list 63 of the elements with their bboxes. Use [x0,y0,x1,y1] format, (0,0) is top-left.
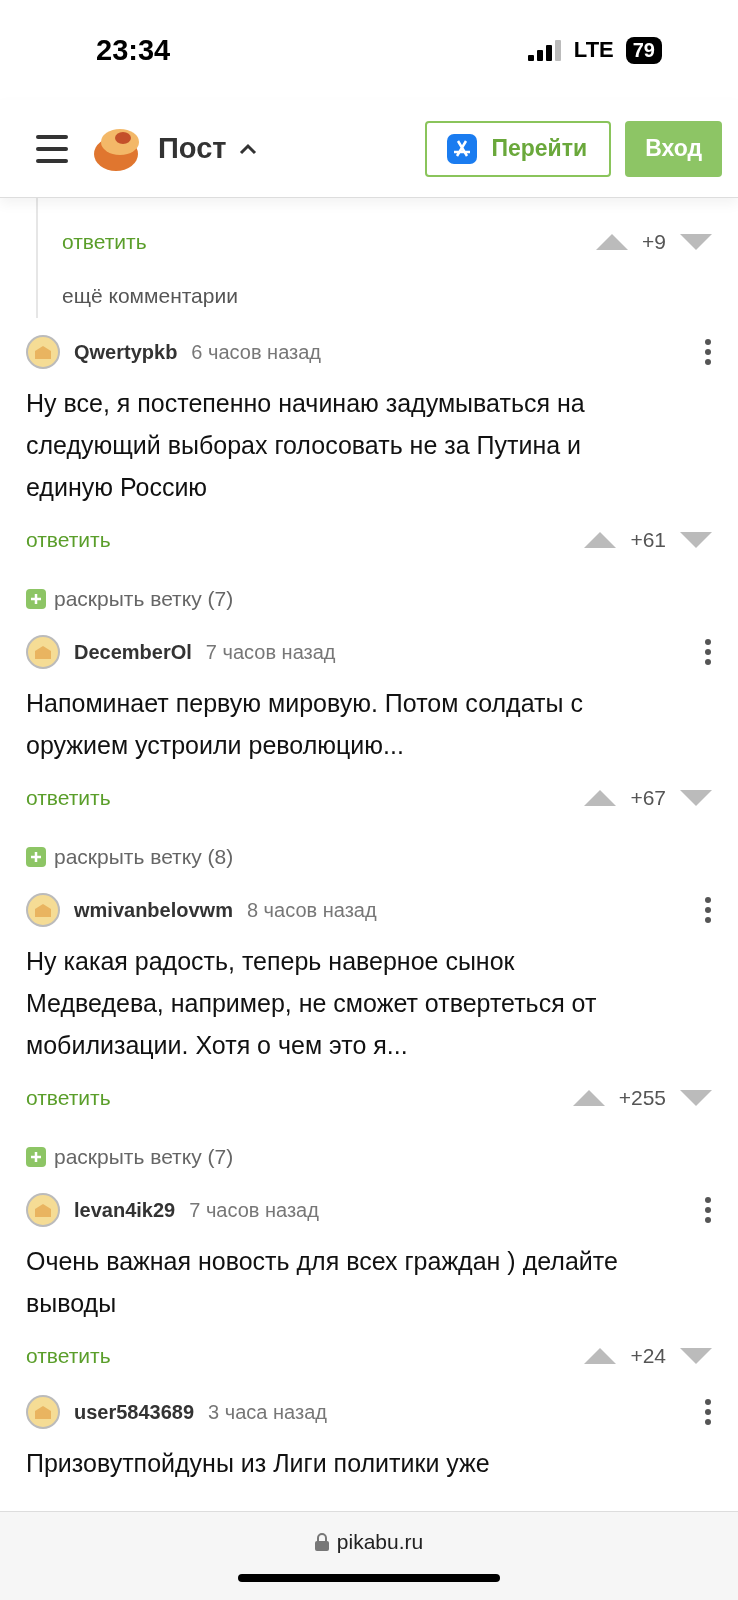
expand-thread-button[interactable]: раскрыть ветку (7) [26,580,234,618]
lock-icon [314,1533,329,1551]
downvote-icon[interactable] [680,234,712,250]
open-app-button[interactable]: Перейти [425,120,612,177]
expand-thread-button[interactable]: раскрыть ветку (8) [26,838,234,876]
downvote-icon[interactable] [680,790,712,806]
comment-text: Ну какая радость, теперь наверное сынок Медведева, например, не сможет отвертеться от мобилизации. Хотя о чем это я... [26,946,598,1061]
author-name[interactable]: user5843689 [74,1400,195,1424]
page-title[interactable]: Пост [158,132,227,165]
upvote-icon[interactable] [572,1090,605,1106]
score: +255 [618,1086,666,1110]
battery-level: 79 [625,36,662,64]
reply-link[interactable]: ответить [26,786,111,810]
more-options-icon[interactable] [704,1196,712,1224]
reply-link[interactable]: ответить [26,1344,111,1368]
avatar-icon[interactable] [26,335,60,369]
comment-time: 7 часов назад [205,640,336,664]
upvote-icon[interactable] [596,234,629,250]
more-options-icon[interactable] [704,338,712,366]
comment-text: Призовутпойдуны из Лиги политики уже [26,1448,491,1479]
comment-time: 3 часа назад [208,1400,327,1424]
reply-link[interactable]: ответить [62,230,147,254]
signal-icon [527,39,562,61]
downvote-icon[interactable] [680,1090,712,1106]
plus-icon [26,589,46,609]
url-label[interactable]: pikabu.ru [314,1530,424,1554]
plus-icon [26,1147,46,1167]
avatar-icon[interactable] [26,893,60,927]
plus-icon [26,847,46,867]
reply-link[interactable]: ответить [26,528,111,552]
upvote-icon[interactable] [584,1348,617,1364]
more-options-icon[interactable] [704,896,712,924]
upvote-icon[interactable] [584,532,617,548]
more-options-icon[interactable] [704,638,712,666]
reply-link[interactable]: ответить [26,1086,111,1110]
avatar-icon[interactable] [26,635,60,669]
author-name[interactable]: levan4ik29 [74,1198,176,1222]
network-label: LTE [573,37,614,63]
downvote-icon[interactable] [680,1348,712,1364]
app-store-icon [447,133,478,164]
avatar-icon[interactable] [26,1193,60,1227]
caret-icon[interactable] [238,142,257,155]
score: +67 [630,786,666,810]
upvote-icon[interactable] [584,790,617,806]
score: +61 [630,528,666,552]
comment-text: Ну все, я постепенно начинаю задумываться на следующий выборах голосовать не за Путина и единую Россию [26,388,586,503]
author-name[interactable]: Qwertypkb [74,340,178,364]
comment-text: Напоминает первую мировую. Потом солдаты с оружием устроили революцию... [26,688,584,761]
expand-thread-button[interactable]: раскрыть ветку (7) [26,1138,234,1176]
comment-time: 7 часов назад [189,1198,319,1222]
more-options-icon[interactable] [704,1398,712,1426]
menu-icon[interactable] [36,134,68,163]
downvote-icon[interactable] [680,532,712,548]
comment-text: Очень важная новость для всех граждан ) делайте выводы [26,1246,619,1319]
author-name[interactable]: DecemberOl [74,640,192,664]
author-name[interactable]: wmivanbelovwm [74,898,233,922]
score: +24 [630,1344,666,1368]
score: +9 [642,230,666,254]
comment-time: 8 часов назад [246,898,377,922]
comment-time: 6 часов назад [191,340,322,364]
more-comments-link[interactable]: ещё комментарии [62,284,712,308]
avatar-icon[interactable] [26,1395,60,1429]
clock: 23:34 [96,33,171,67]
